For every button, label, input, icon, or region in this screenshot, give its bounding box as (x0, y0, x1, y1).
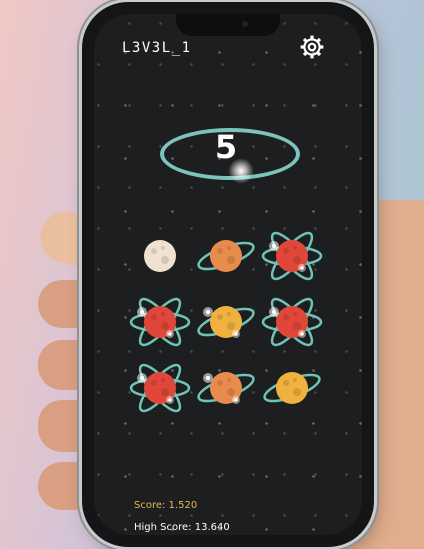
beige-planet-icon (144, 240, 176, 272)
planet-cell[interactable] (194, 224, 258, 288)
game-screen: L3V3L_1 5 Score: 1.520 High Score: 13.64… (94, 14, 362, 535)
red-planet-icon (129, 297, 191, 347)
orange-planet-icon (197, 372, 255, 404)
red-planet-icon (261, 231, 323, 281)
red-planet-icon (261, 297, 323, 347)
counter-value: 5 (214, 128, 238, 166)
planet-cell[interactable] (194, 356, 258, 420)
high-score-label: High Score: 13.640 (134, 522, 230, 533)
phone-notch (176, 14, 280, 36)
yellow-planet-icon (263, 372, 321, 404)
planet-cell[interactable] (260, 290, 324, 354)
score-label: Score: 1.520 (134, 500, 198, 511)
level-label: L3V3L_1 (122, 40, 192, 56)
flare-icon (228, 158, 254, 184)
planet-cell[interactable] (128, 224, 192, 288)
orange-planet-icon (197, 240, 255, 272)
planet-cell[interactable] (128, 290, 192, 354)
planet-cell[interactable] (128, 356, 192, 420)
moves-counter: 5 (156, 120, 304, 184)
yellow-planet-icon (197, 306, 255, 338)
red-planet-icon (129, 363, 191, 413)
planet-cell[interactable] (260, 224, 324, 288)
planet-cell[interactable] (260, 356, 324, 420)
phone-frame: L3V3L_1 5 Score: 1.520 High Score: 13.64… (82, 2, 374, 547)
gear-icon[interactable] (299, 34, 325, 60)
planet-cell[interactable] (194, 290, 258, 354)
